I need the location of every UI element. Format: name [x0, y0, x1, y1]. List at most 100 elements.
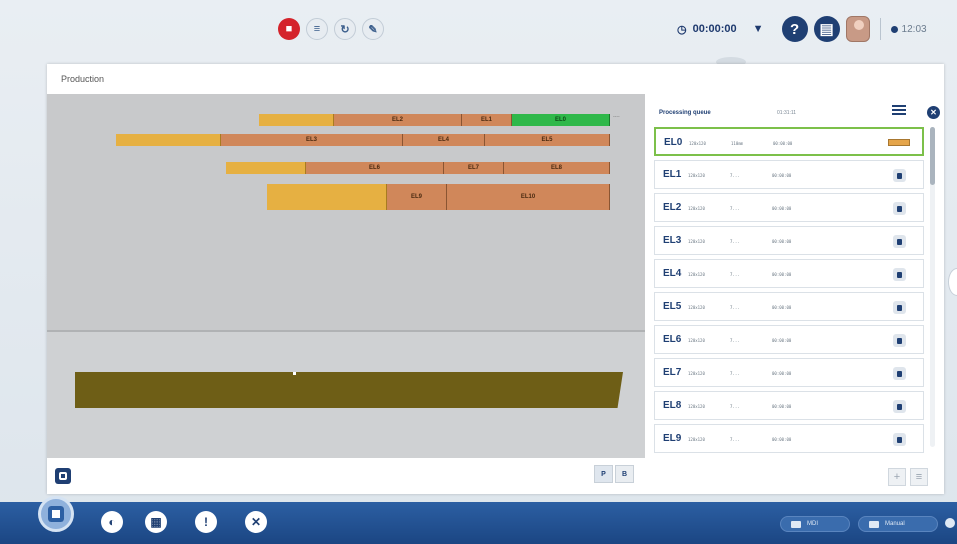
queue-item-size: 120x120 — [688, 338, 705, 343]
queue-title: Processing queue — [659, 110, 711, 116]
layers-icon[interactable]: ≡ — [306, 18, 328, 40]
queue-item-name: EL1 — [663, 169, 682, 180]
document-icon[interactable] — [893, 367, 906, 380]
el10-segment[interactable]: EL10 — [447, 184, 610, 210]
queue-item-size: 120x120 — [688, 206, 705, 211]
queue-item-name: EL4 — [663, 268, 682, 279]
el1-segment[interactable]: EL1 — [462, 114, 512, 126]
queue-header: Processing queue 01:31:11 ✕ — [654, 102, 944, 124]
folder-button[interactable]: ▤ — [813, 16, 840, 42]
queue-item[interactable]: EL3 120x120 7... 00:00:00 — [654, 226, 924, 255]
document-icon[interactable] — [893, 202, 906, 215]
queue-scrollbar[interactable] — [930, 127, 935, 447]
row-marker: ---- — [613, 114, 620, 120]
queue-item-name: EL9 — [663, 433, 682, 444]
queue-item[interactable]: EL2 120x120 7... 00:00:00 — [654, 193, 924, 222]
queue-item-size: 120x120 — [688, 404, 705, 409]
document-icon[interactable] — [893, 268, 906, 281]
queue-item-thickness: 7... — [730, 338, 740, 343]
document-icon[interactable] — [893, 400, 906, 413]
queue-item-name: EL0 — [664, 137, 683, 148]
el0-segment[interactable]: EL0 — [512, 114, 610, 126]
menu-button[interactable]: ≡ — [910, 468, 928, 486]
queue-item[interactable]: EL7 120x120 7... 00:00:00 — [654, 358, 924, 387]
queue-item[interactable]: EL9 120x120 7... 00:00:00 — [654, 424, 924, 453]
bottom-bar: ◐ ▦ ! ✕ MDI Manual — [0, 496, 957, 544]
queue-item-thickness: 7... — [730, 371, 740, 376]
el6-segment[interactable]: EL6 — [306, 162, 444, 174]
avatar[interactable] — [845, 16, 870, 42]
home-button[interactable] — [38, 496, 74, 532]
queue-item-duration: 00:00:00 — [772, 338, 792, 343]
mdi-button[interactable]: MDI — [780, 516, 850, 532]
mdi-icon — [791, 520, 801, 528]
list-icon[interactable] — [892, 105, 906, 117]
el4-segment[interactable]: EL4 — [403, 134, 485, 146]
queue-item-size: 120x120 — [688, 239, 705, 244]
el7-segment[interactable]: EL7 — [444, 162, 504, 174]
sheet-marker — [293, 372, 296, 375]
el3-segment[interactable]: EL3 — [221, 134, 403, 146]
queue-item[interactable]: EL6 120x120 7... 00:00:00 — [654, 325, 924, 354]
queue-item[interactable]: EL8 120x120 7... 00:00:00 — [654, 391, 924, 420]
document-icon[interactable] — [893, 433, 906, 446]
el5-segment[interactable]: EL5 — [485, 134, 610, 146]
el8-segment[interactable]: EL8 — [504, 162, 610, 174]
queue-item-thickness: 7... — [730, 206, 740, 211]
production-view[interactable]: EL2 EL1 EL0 ---- EL3 EL4 EL5 EL6 EL7 EL8… — [47, 94, 645, 458]
toggle-b-button[interactable]: B — [615, 465, 634, 483]
camera-icon[interactable] — [55, 468, 71, 484]
queue-item-duration: 00:00:00 — [772, 437, 792, 442]
timer-dropdown[interactable]: ◷ 00:00:00 ▼ — [677, 23, 764, 36]
queue-item[interactable]: EL5 120x120 7... 00:00:00 — [654, 292, 924, 321]
queue-item-name: EL6 — [663, 334, 682, 345]
toggle-p-button[interactable]: P — [594, 465, 613, 483]
queue-item-duration: 00:00:00 — [772, 173, 792, 178]
queue-item-thickness: 7... — [730, 239, 740, 244]
queue-item[interactable]: EL4 120x120 7... 00:00:00 — [654, 259, 924, 288]
el2-segment[interactable]: EL2 — [334, 114, 462, 126]
alert-icon[interactable]: ! — [195, 511, 217, 533]
row1-gold-segment — [259, 114, 334, 126]
side-handle[interactable] — [948, 268, 957, 296]
manual-label: Manual — [885, 521, 905, 527]
queue-item-duration: 00:00:00 — [772, 371, 792, 376]
document-icon[interactable] — [893, 334, 906, 347]
queue-item-duration: 00:00:00 — [772, 239, 792, 244]
queue-item-size: 120x120 — [688, 371, 705, 376]
scrollbar-thumb[interactable] — [930, 127, 935, 185]
queue-item[interactable]: EL1 120x120 7... 00:00:00 — [654, 160, 924, 189]
document-icon[interactable] — [893, 169, 906, 182]
el9-segment[interactable]: EL9 — [387, 184, 447, 210]
queue-list: EL0 120x120 110mm 00:00:00 EL1 120x120 7... 00:… — [654, 127, 924, 457]
gear-icon[interactable] — [945, 518, 955, 528]
globe-icon[interactable]: ◐ — [101, 511, 123, 533]
queue-item-name: EL7 — [663, 367, 682, 378]
document-icon[interactable] — [893, 235, 906, 248]
tools-icon[interactable]: ✕ — [245, 511, 267, 533]
top-center-toolbar: ■ ≡ ↻ ✎ — [278, 18, 384, 40]
stop-icon[interactable]: ■ — [278, 18, 300, 40]
add-button[interactable]: + — [888, 468, 906, 486]
queue-item-thickness: 110mm — [731, 141, 744, 146]
view-upper-area: EL2 EL1 EL0 ---- EL3 EL4 EL5 EL6 EL7 EL8… — [47, 94, 645, 330]
help-button[interactable]: ? — [781, 16, 808, 42]
chart-icon[interactable]: ▦ — [145, 511, 167, 533]
close-icon[interactable]: ✕ — [927, 106, 940, 119]
document-icon[interactable] — [893, 301, 906, 314]
queue-item-duration: 00:00:00 — [772, 404, 792, 409]
row3-gold-segment — [226, 162, 306, 174]
panel-title: Production — [61, 74, 105, 84]
manual-button[interactable]: Manual — [858, 516, 938, 532]
wrench-icon[interactable]: ✎ — [362, 18, 384, 40]
status-dot-icon — [890, 25, 898, 33]
refresh-icon[interactable]: ↻ — [334, 18, 356, 40]
chevron-down-icon[interactable]: ▼ — [753, 23, 764, 35]
top-bar: ■ ≡ ↻ ✎ ◷ 00:00:00 ▼ ? ▤ 12:03 — [0, 0, 957, 62]
queue-item-size: 120x120 — [688, 305, 705, 310]
queue-item[interactable]: EL0 120x120 110mm 00:00:00 — [654, 127, 924, 156]
row2-gold-segment — [116, 134, 221, 146]
row4-gold-segment — [267, 184, 387, 210]
queue-item-size: 120x120 — [688, 437, 705, 442]
progress-icon — [888, 139, 910, 146]
